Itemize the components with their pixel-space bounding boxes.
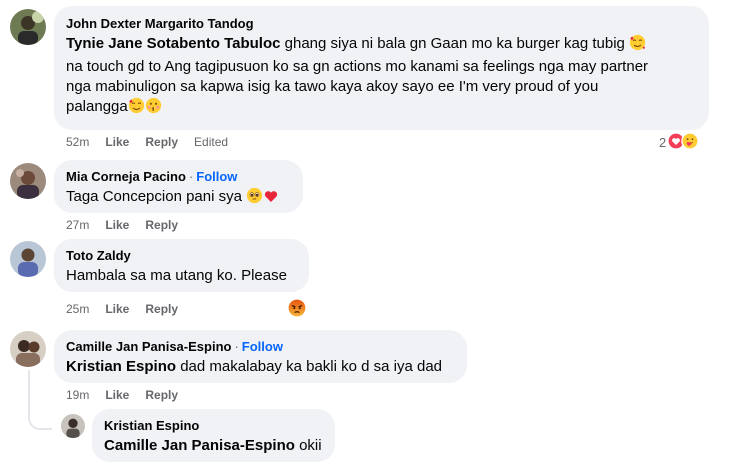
follow-button[interactable]: Follow [196,169,237,184]
reply-button[interactable]: Reply [145,218,178,232]
like-button[interactable]: Like [105,218,129,232]
comment-bubble: Mia Corneja Pacino · Follow Taga Concepcio… [54,160,303,213]
comment-author[interactable]: Mia Corneja Pacino [66,169,186,184]
comment-actions: 19m Like Reply [66,388,194,402]
reaction-count: 2 [659,135,667,150]
avatar-mia-corneja[interactable] [10,163,46,199]
mention-link[interactable]: Camille Jan Panisa-Espino [104,437,295,454]
comment-line: palangga [66,98,128,115]
comment-text-content: Taga Concepcion pani sya [66,188,242,205]
comment-author-line: Mia Corneja Pacino · Follow [66,168,291,185]
red-heart-icon [263,188,279,210]
avatar-kristian-espino[interactable] [61,414,85,438]
timestamp[interactable]: 19m [66,388,89,402]
comment-text: Taga Concepcion pani sya [66,187,291,210]
comment-bubble: Toto Zaldy Hambala sa ma utang ko. Pleas… [54,239,309,292]
comment-author-line: Camille Jan Panisa-Espino · Follow [66,338,455,355]
comment-author[interactable]: Toto Zaldy [66,247,297,264]
comment-bubble: John Dexter Margarito Tandog Tynie Jane … [54,6,709,130]
mention-link[interactable]: Kristian Espino [66,358,176,375]
reply-button[interactable]: Reply [145,388,178,402]
separator-dot: · [234,339,239,354]
avatar-john-dexter[interactable] [10,9,46,45]
like-button[interactable]: Like [105,388,129,402]
like-button[interactable]: Like [105,302,129,316]
avatar-toto-zaldy[interactable] [10,241,46,277]
timestamp[interactable]: 27m [66,218,89,232]
pleading-face-icon [246,187,263,210]
timestamp[interactable]: 52m [66,135,89,149]
smiling-face-with-hearts-icon [629,34,646,57]
comment-author[interactable]: Camille Jan Panisa-Espino [66,339,231,354]
reply-button[interactable]: Reply [145,135,178,149]
comment-actions: 25m Like Reply [66,302,194,316]
comment-author[interactable]: Kristian Espino [104,417,323,434]
like-button[interactable]: Like [105,135,129,149]
comment-text: Hambala sa ma utang ko. Please [66,267,287,284]
kissing-face-icon [145,97,162,120]
follow-button[interactable]: Follow [242,339,283,354]
comment-actions: 52m Like Reply Edited [66,135,244,149]
reply-bubble: Kristian Espino Camille Jan Panisa-Espin… [92,409,335,462]
comment-line: na touch gd to Ang tagipusuon ko sa gn a… [66,58,649,75]
timestamp[interactable]: 25m [66,302,89,316]
comment-text-content: okii [299,437,322,454]
angry-reaction-icon [287,298,307,321]
comment-author[interactable]: John Dexter Margarito Tandog [66,15,697,32]
smiling-face-with-hearts-icon [128,97,145,120]
avatar-camille-jan[interactable] [10,331,46,367]
separator-dot: · [188,169,194,184]
reply-thread-line [28,370,52,430]
comment-text: Kristian Espino dad makalabay ka bakli k… [66,357,455,377]
reaction-summary[interactable] [287,298,307,321]
comment-bubble: Camille Jan Panisa-Espino · Follow Kristia… [54,330,467,383]
comment-actions: 27m Like Reply [66,218,194,232]
edited-label[interactable]: Edited [194,135,228,149]
comment-text: Camille Jan Panisa-Espino okii [104,436,323,456]
comment-text: Tynie Jane Sotabento Tabuloc ghang siya … [66,34,697,120]
reply-button[interactable]: Reply [145,302,178,316]
mention-link[interactable]: Tynie Jane Sotabento Tabuloc [66,35,280,52]
comment-text-content: dad makalabay ka bakli ko d sa iya dad [180,358,443,375]
reaction-summary[interactable]: 2 [659,132,700,153]
comment-line: ghang siya ni bala gn Gaan mo ka burger … [284,35,625,52]
care-reaction-icon [681,132,700,153]
comment-line: nga mabinuligon sa kapwa isig ka tawo ka… [66,78,599,95]
